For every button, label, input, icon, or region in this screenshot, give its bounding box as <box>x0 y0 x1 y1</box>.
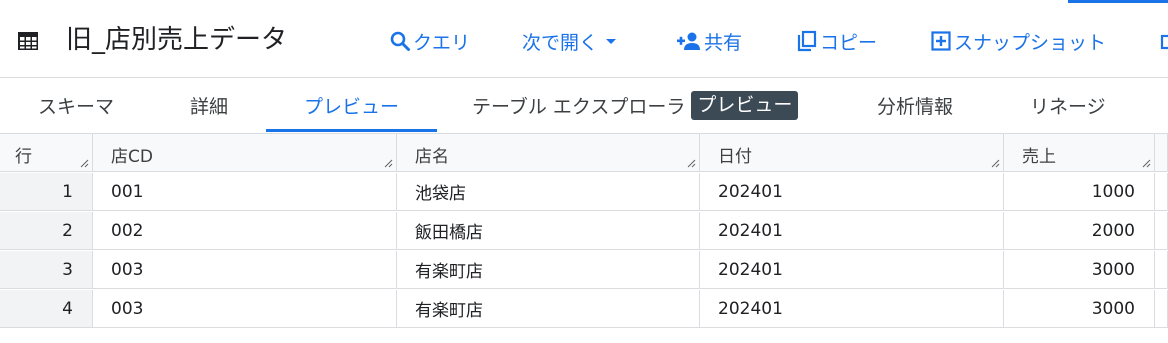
page-title: 旧_店別売上データ <box>66 25 288 55</box>
sales-cell[interactable]: 3000 <box>1004 251 1155 289</box>
column-header-date[interactable]: 日付 <box>700 134 1004 172</box>
tab-details[interactable]: 詳細 <box>190 78 228 133</box>
date-cell[interactable]: 202401 <box>700 173 1004 211</box>
sales-cell[interactable]: 1000 <box>1004 173 1155 211</box>
row-number-cell: 3 <box>0 251 93 289</box>
column-header-store-cd[interactable]: 店CD <box>93 134 397 172</box>
store-name-cell[interactable]: 池袋店 <box>397 173 700 211</box>
column-header-sales[interactable]: 売上 <box>1004 134 1155 172</box>
table-header: 旧_店別売上データ クエリ 次で開く 共有 コピー スナップショット <box>0 0 1168 78</box>
tab-schema[interactable]: スキーマ <box>38 78 114 133</box>
sales-cell[interactable]: 3000 <box>1004 290 1155 328</box>
share-button[interactable]: 共有 <box>676 24 742 58</box>
query-button-label: クエリ <box>413 31 471 54</box>
copy-button-label: コピー <box>820 31 878 54</box>
store-cd-cell[interactable]: 003 <box>93 251 397 289</box>
resize-handle-icon[interactable] <box>1142 159 1151 168</box>
row-number-cell: 2 <box>0 212 93 250</box>
more-actions-button[interactable] <box>1160 24 1168 58</box>
copy-button[interactable]: コピー <box>796 24 877 58</box>
store-name-cell[interactable]: 飯田橋店 <box>397 212 700 250</box>
search-icon <box>390 31 410 51</box>
open-with-button[interactable]: 次で開く <box>522 24 622 58</box>
column-header-spacer <box>1155 134 1168 172</box>
table-header-row: 行 店CD 店名 日付 売上 <box>0 134 1168 173</box>
sales-cell[interactable]: 2000 <box>1004 212 1155 250</box>
resize-handle-icon[interactable] <box>80 159 89 168</box>
column-header-row-number: 行 <box>0 134 93 172</box>
resize-handle-icon[interactable] <box>384 159 393 168</box>
date-cell[interactable]: 202401 <box>700 212 1004 250</box>
tab-table-explorer-label: テーブル エクスプローラ <box>472 96 686 118</box>
tab-preview[interactable]: プレビュー <box>266 78 437 133</box>
copy-icon <box>797 30 817 52</box>
row-number-cell: 1 <box>0 173 93 211</box>
table-icon <box>18 32 38 50</box>
date-cell[interactable]: 202401 <box>700 251 1004 289</box>
share-button-label: 共有 <box>704 31 743 54</box>
more-icon <box>1160 34 1168 50</box>
active-tab-indicator <box>266 129 437 132</box>
tab-table-explorer[interactable]: テーブル エクスプローラ プレビュー <box>472 78 799 133</box>
tab-analysis[interactable]: 分析情報 <box>877 78 953 133</box>
store-name-cell[interactable]: 有楽町店 <box>397 251 700 289</box>
snapshot-button[interactable]: スナップショット <box>930 24 1106 58</box>
open-with-button-label: 次で開く <box>522 31 599 54</box>
store-cd-cell[interactable]: 003 <box>93 290 397 328</box>
table-row: 2 002 飯田橋店 202401 2000 <box>0 212 1168 251</box>
tab-lineage[interactable]: リネージ <box>1030 78 1106 133</box>
table-row: 1 001 池袋店 202401 1000 <box>0 173 1168 212</box>
table-row: 4 003 有楽町店 202401 3000 <box>0 290 1168 329</box>
bigquery-table-view: 旧_店別売上データ クエリ 次で開く 共有 コピー スナップショット スキーマ … <box>0 0 1168 343</box>
store-name-cell[interactable]: 有楽町店 <box>397 290 700 328</box>
resize-handle-icon[interactable] <box>991 159 1000 168</box>
row-number-cell: 4 <box>0 290 93 328</box>
person-add-icon <box>677 32 700 50</box>
row-spacer <box>1155 290 1168 328</box>
table-row: 3 003 有楽町店 202401 3000 <box>0 251 1168 290</box>
header-accent-bar <box>1068 0 1168 3</box>
row-spacer <box>1155 173 1168 211</box>
date-cell[interactable]: 202401 <box>700 290 1004 328</box>
store-cd-cell[interactable]: 001 <box>93 173 397 211</box>
snapshot-icon <box>931 31 951 51</box>
store-cd-cell[interactable]: 002 <box>93 212 397 250</box>
snapshot-button-label: スナップショット <box>954 31 1107 54</box>
column-header-store-name[interactable]: 店名 <box>397 134 700 172</box>
preview-badge: プレビュー <box>691 91 799 120</box>
row-spacer <box>1155 212 1168 250</box>
query-button[interactable]: クエリ <box>389 24 470 58</box>
resize-handle-icon[interactable] <box>687 159 696 168</box>
tab-bar: スキーマ 詳細 プレビュー テーブル エクスプローラ プレビュー 分析情報 リネ… <box>0 78 1168 134</box>
caret-down-icon <box>606 39 617 44</box>
row-spacer <box>1155 251 1168 289</box>
